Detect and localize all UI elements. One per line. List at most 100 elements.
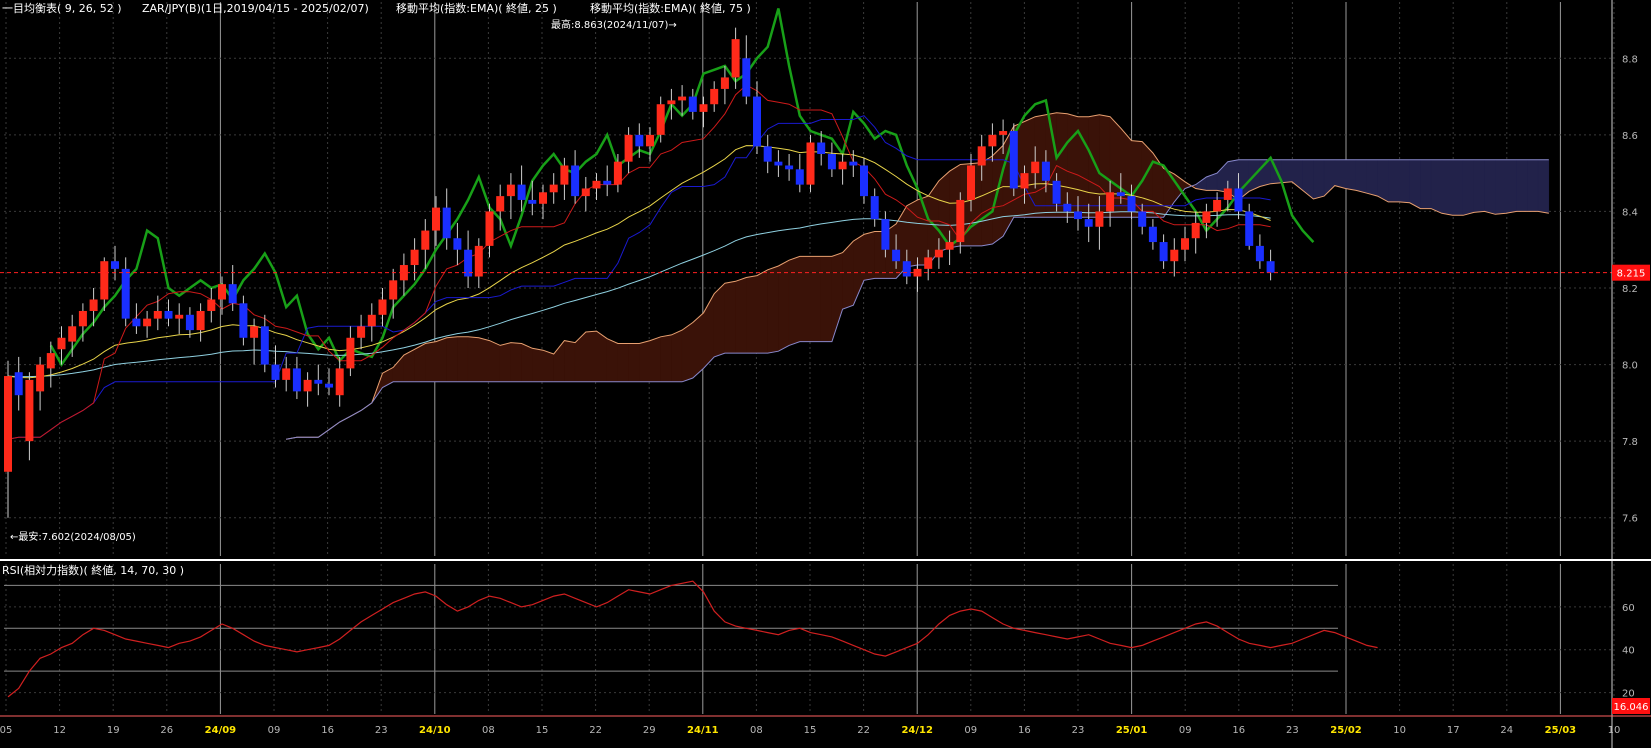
high-annotation: 最高:8.863(2024/11/07)→	[551, 18, 677, 31]
candle-body	[699, 104, 708, 112]
x-tick-label: 22	[589, 725, 602, 736]
rsi-label: RSI(相対力指数)( 終値, 14, 70, 30 )	[2, 563, 184, 577]
cloud-segment	[1516, 159, 1528, 212]
candle-body	[143, 318, 152, 327]
cloud-segment	[671, 329, 683, 383]
x-tick-label: 22	[857, 725, 870, 736]
candle-body	[849, 161, 858, 166]
cloud-segment	[1388, 159, 1400, 203]
candle-body	[731, 39, 740, 78]
candle-body	[999, 131, 1008, 135]
candle-body	[111, 261, 119, 269]
chart-canvas: 7.6 7.8 8.0 8.2 8.4 8.6 8.8 8.215 20 40 60 16.04…	[0, 0, 1651, 748]
candle-body	[1159, 242, 1168, 262]
x-tick-label: 08	[750, 725, 763, 736]
candle-body	[239, 303, 248, 338]
cloud-segment	[564, 340, 576, 383]
candle-body	[988, 134, 997, 147]
candle-body	[646, 134, 654, 147]
candle-body	[25, 379, 34, 442]
candle-body	[1266, 261, 1275, 273]
candle-body	[924, 257, 933, 269]
cloud-segment	[1377, 159, 1389, 203]
candle-body	[1191, 222, 1200, 239]
symbol-label: ZAR/JPY(B)(1日,2019/04/15 - 2025/02/07)	[142, 2, 369, 15]
cloud-segment	[1313, 159, 1325, 200]
candle-body	[185, 314, 194, 331]
rsi-tick-label: 20	[1622, 689, 1635, 700]
candle-body	[613, 161, 622, 185]
candle-body	[121, 268, 130, 319]
cloud-segment	[810, 256, 822, 342]
x-tick-label: 16	[1018, 725, 1031, 736]
cloud-segment	[521, 343, 533, 383]
candle-body	[1181, 238, 1189, 250]
candle-body	[164, 310, 173, 319]
price-tick-label: 8.6	[1622, 131, 1638, 142]
candle-body	[549, 184, 558, 193]
cloud-segment	[1452, 159, 1464, 216]
candle-body	[753, 96, 761, 147]
candle-body	[153, 310, 162, 319]
candle-body	[881, 219, 890, 250]
candle-body	[763, 146, 772, 162]
candle-body	[656, 104, 665, 135]
x-tick-label: 15	[536, 725, 549, 736]
cloud-segment	[735, 277, 747, 354]
low-annotation: ←最安:7.602(2024/08/05)	[10, 530, 136, 543]
candle-body	[1116, 192, 1125, 197]
x-tick-label: 08	[482, 725, 495, 736]
cloud-segment	[1067, 113, 1079, 218]
candle-body	[68, 326, 77, 342]
candle-body	[528, 199, 537, 204]
price-tick-label: 8.0	[1622, 361, 1638, 372]
candle-body	[260, 326, 269, 365]
cloud-segment	[1409, 159, 1421, 209]
x-tick-label: 25/01	[1116, 725, 1148, 736]
ichimoku-label: 一目均衡表( 9, 26, 52 )	[2, 1, 122, 15]
x-tick-label: 10	[1608, 725, 1621, 736]
rsi-tick-label: 40	[1622, 646, 1635, 657]
candle-body	[282, 368, 291, 380]
cloud-segment	[446, 336, 458, 383]
candle-body	[1074, 211, 1082, 220]
candle-body	[314, 379, 323, 384]
x-tick-label: 24/12	[901, 725, 933, 736]
candle-body	[100, 261, 109, 300]
candle-body	[78, 310, 87, 327]
cloud-segment	[467, 336, 480, 383]
candle-body	[838, 161, 847, 170]
cloud-segment	[1495, 159, 1507, 215]
candle-body	[389, 280, 398, 300]
candle-body	[1052, 180, 1061, 204]
candle-body	[367, 314, 376, 327]
candle-body	[539, 192, 547, 204]
cloud-segment	[1398, 159, 1410, 204]
candle-body	[218, 284, 226, 300]
last-price-value: 8.215	[1617, 269, 1646, 280]
cloud-segment	[660, 334, 672, 383]
cloud-segment	[1088, 114, 1100, 218]
cloud-segment	[1441, 159, 1453, 216]
cloud-segment	[457, 336, 469, 383]
candle-body	[571, 165, 580, 197]
candle-body	[1148, 226, 1157, 243]
candle-body	[1095, 211, 1104, 227]
candle-body	[250, 326, 259, 338]
cloud-segment	[585, 330, 597, 383]
cloud-segment	[756, 269, 768, 354]
candle-body	[4, 376, 12, 472]
candle-body	[346, 337, 355, 369]
cloud-segment	[1281, 159, 1293, 183]
cloud-segment	[1484, 159, 1496, 215]
x-tick-label: 16	[1232, 725, 1245, 736]
cloud-segment	[906, 199, 918, 268]
candle-body	[817, 142, 826, 154]
candle-body	[292, 368, 301, 392]
candle-body	[870, 196, 879, 220]
x-tick-label: 24	[1500, 725, 1513, 736]
candle-body	[967, 165, 975, 200]
candle-body	[1213, 199, 1222, 212]
candle-body	[1223, 188, 1232, 200]
candle-body	[624, 134, 633, 162]
